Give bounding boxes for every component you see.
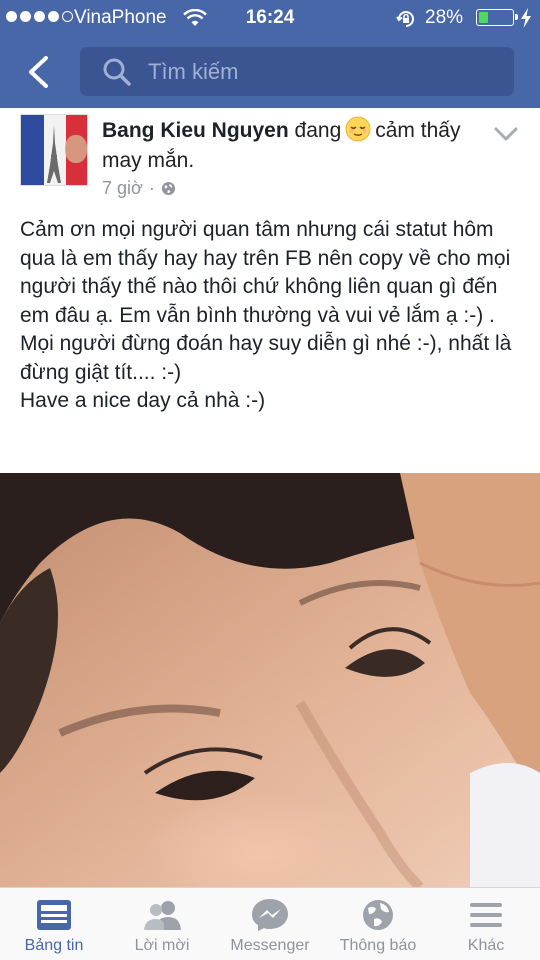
search-icon <box>103 58 131 86</box>
tab-more[interactable]: Khác <box>432 888 540 960</box>
post-time[interactable]: 7 giờ <box>102 178 143 199</box>
meta-separator: · <box>148 178 155 198</box>
post-header: Bang Kieu Nguyen đang cảm thấy may mắn. <box>102 116 482 176</box>
tab-bar: Bảng tin Lời mời Messenger Thông báo Khá… <box>0 887 540 960</box>
tab-friend-requests[interactable]: Lời mời <box>108 888 216 960</box>
avatar[interactable] <box>20 114 88 186</box>
news-feed-icon <box>37 900 71 930</box>
post-meta: 7 giờ · <box>102 178 176 199</box>
top-bar: VinaPhone 16:24 28% Tìm kiếm <box>0 0 540 108</box>
menu-icon <box>470 903 502 927</box>
post-photo[interactable] <box>0 473 540 887</box>
author-name[interactable]: Bang Kieu Nguyen <box>102 119 289 142</box>
globe-icon <box>161 181 175 196</box>
battery-nub <box>515 14 518 20</box>
rotation-lock-icon <box>396 11 414 27</box>
tab-label: Messenger <box>230 937 310 954</box>
avatar-flag-blue <box>21 115 44 185</box>
eiffel-tower-icon <box>47 125 61 183</box>
tab-label: Bảng tin <box>24 937 84 954</box>
status-bar: VinaPhone 16:24 28% <box>0 0 540 36</box>
search-placeholder: Tìm kiếm <box>148 58 239 84</box>
tab-label: Lời mời <box>134 937 190 954</box>
back-button[interactable] <box>18 50 58 94</box>
search-input[interactable]: Tìm kiếm <box>80 47 514 96</box>
tab-news-feed[interactable]: Bảng tin <box>0 888 108 960</box>
globe-notifications-icon <box>363 900 393 930</box>
tab-messenger[interactable]: Messenger <box>216 888 324 960</box>
feeling-prefix: đang <box>294 119 342 142</box>
tab-notifications[interactable]: Thông báo <box>324 888 432 960</box>
friend-requests-icon <box>144 901 181 930</box>
tab-label: Thông báo <box>339 937 417 954</box>
relieved-face-icon <box>345 116 371 142</box>
battery-percent: 28% <box>425 7 464 28</box>
child-face-photo <box>0 473 540 887</box>
battery-icon <box>476 9 518 26</box>
post-body-text: Cảm ơn mọi người quan tâm nhưng cái stat… <box>20 218 512 412</box>
messenger-icon <box>252 899 288 931</box>
charging-bolt-icon <box>521 8 531 28</box>
tab-label: Khác <box>467 937 505 954</box>
battery-fill <box>479 12 488 23</box>
chevron-left-icon <box>29 56 48 88</box>
post-options-chevron-icon[interactable] <box>492 124 520 144</box>
avatar-face <box>65 135 87 163</box>
